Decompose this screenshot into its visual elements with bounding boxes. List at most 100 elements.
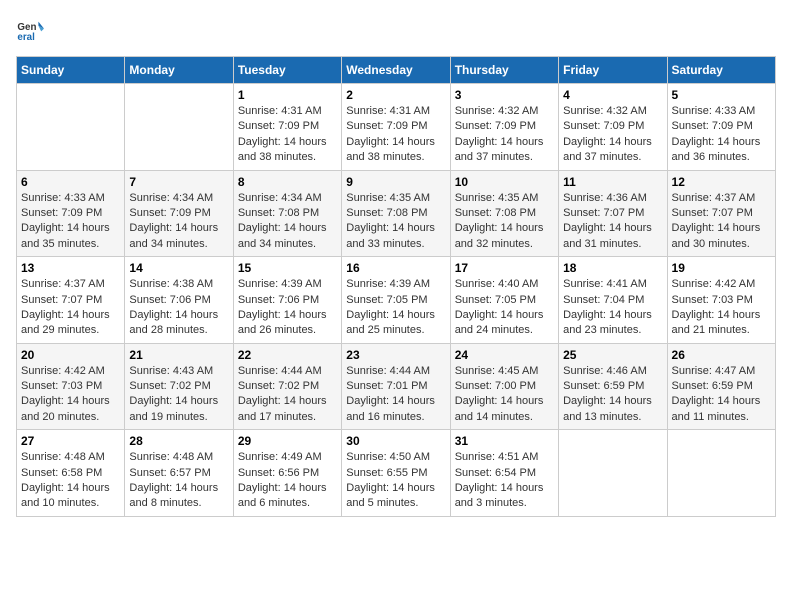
calendar-cell: 21 Sunrise: 4:43 AMSunset: 7:02 PMDayligh… [125,343,233,430]
sunrise-label: Sunrise: 4:35 AM [346,192,430,204]
day-number: 31 [455,434,554,448]
cell-info: Sunrise: 4:36 AMSunset: 7:07 PMDaylight:… [563,191,662,253]
day-number: 21 [129,348,228,362]
calendar-cell: 10Sunrise: 4:35 AMSunset: 7:08 PMDayligh… [450,170,558,257]
cell-info: Sunrise: 4:37 AM Sunset: 7:07 PM Daylight:… [672,191,771,253]
day-number: 16 [346,261,445,275]
daylight-label: Daylight: 14 hours and 38 minutes. [238,136,327,163]
cell-info: Sunrise: 4:50 AMSunset: 6:55 PMDaylight:… [346,450,445,512]
calendar-cell: 24 Sunrise: 4:45 AMSunset: 7:00 PMDayligh… [450,343,558,430]
daylight-label: Daylight: 14 hours and 26 minutes. [238,309,327,336]
sunset-label: Sunset: 6:56 PM [238,467,319,479]
sunset-label: Sunset: 6:58 PM [21,467,102,479]
daylight-label: Daylight: 14 hours and 5 minutes. [346,482,435,509]
logo: Gen eral [16,16,48,44]
daylight-label: Daylight: 14 hours and 23 minutes. [563,309,652,336]
sunrise-label: Sunrise: 4:42 AM [672,278,756,290]
col-header-monday: Monday [125,57,233,84]
sunset-label: Sunset: 7:09 PM [672,120,753,132]
calendar-header-row: SundayMondayTuesdayWednesdayThursdayFrid… [17,57,776,84]
sunset-label: Sunset: 7:05 PM [346,294,427,306]
col-header-thursday: Thursday [450,57,558,84]
sunset-label: Sunset: 7:07 PM [672,207,753,219]
calendar-cell: 29Sunrise: 4:49 AMSunset: 6:56 PMDayligh… [233,430,341,517]
sunset-label: Sunset: 7:09 PM [238,120,319,132]
sunrise-label: Sunrise: 4:46 AM [563,365,647,377]
calendar-cell: 6Sunrise: 4:33 AMSunset: 7:09 PMDaylight… [17,170,125,257]
sunset-label: Sunset: 7:02 PM [238,380,319,392]
calendar-week-2: 6Sunrise: 4:33 AMSunset: 7:09 PMDaylight… [17,170,776,257]
sunset-label: Sunset: 7:03 PM [21,380,102,392]
sunrise-label: Sunrise: 4:44 AM [238,365,322,377]
daylight-label: Daylight: 14 hours and 38 minutes. [346,136,435,163]
daylight-label: Daylight: 14 hours and 14 minutes. [455,395,544,422]
cell-info: Sunrise: 4:44 AMSunset: 7:02 PMDaylight:… [238,364,337,426]
calendar-cell: 27Sunrise: 4:48 AMSunset: 6:58 PMDayligh… [17,430,125,517]
day-number: 24 [455,348,554,362]
sunset-label: Sunset: 6:57 PM [129,467,210,479]
day-number: 28 [129,434,228,448]
calendar-cell [17,84,125,171]
calendar-cell: 14Sunrise: 4:38 AMSunset: 7:06 PMDayligh… [125,257,233,344]
calendar-cell [667,430,775,517]
daylight-label: Daylight: 14 hours and 20 minutes. [21,395,110,422]
day-number: 8 [238,175,337,189]
sunrise-label: Sunrise: 4:51 AM [455,451,539,463]
daylight-label: Daylight: 14 hours and 6 minutes. [238,482,327,509]
calendar-cell: 8Sunrise: 4:34 AMSunset: 7:08 PMDaylight… [233,170,341,257]
sunrise-label: Sunrise: 4:40 AM [455,278,539,290]
sunrise-label: Sunrise: 4:37 AM [672,192,756,204]
calendar-cell: 19Sunrise: 4:42 AMSunset: 7:03 PMDayligh… [667,257,775,344]
sunrise-label: Sunrise: 4:31 AM [346,105,430,117]
daylight-label: Daylight: 14 hours and 34 minutes. [238,222,327,249]
cell-info: Sunrise: 4:38 AMSunset: 7:06 PMDaylight:… [129,277,228,339]
col-header-friday: Friday [559,57,667,84]
cell-info: Sunrise: 4:32 AMSunset: 7:09 PMDaylight:… [563,104,662,166]
cell-info: Sunrise: 4:35 AMSunset: 7:08 PMDaylight:… [346,191,445,253]
cell-info: Sunrise: 4:49 AM Sunset: 6:56 PM Daylight:… [238,450,337,512]
cell-info: Sunrise: 4:48 AM Sunset: 6:57 PM Daylight:… [129,450,228,512]
day-number: 26 [672,348,771,362]
col-header-saturday: Saturday [667,57,775,84]
sunset-label: Sunset: 7:08 PM [346,207,427,219]
day-number: 15 [238,261,337,275]
daylight-label: Daylight: 14 hours and 30 minutes. [672,222,761,249]
daylight-label: Daylight: 14 hours and 24 minutes. [455,309,544,336]
daylight-label: Daylight: 14 hours and 13 minutes. [563,395,652,422]
calendar-week-3: 13Sunrise: 4:37 AMSunset: 7:07 PMDayligh… [17,257,776,344]
day-number: 17 [455,261,554,275]
calendar-cell [559,430,667,517]
day-number: 3 [455,88,554,102]
sunrise-label: Sunrise: 4:48 AM [129,451,213,463]
cell-info: Sunrise: 4:43 AMSunset: 7:02 PMDaylight:… [129,364,228,426]
sunrise-label: Sunrise: 4:33 AM [21,192,105,204]
svg-text:eral: eral [17,32,35,43]
cell-info: Sunrise: 4:37 AMSunset: 7:07 PMDaylight:… [21,277,120,339]
sunrise-label: Sunrise: 4:42 AM [21,365,105,377]
day-number: 22 [238,348,337,362]
sunset-label: Sunset: 7:02 PM [129,380,210,392]
calendar-week-1: 1Sunrise: 4:31 AMSunset: 7:09 PMDaylight… [17,84,776,171]
daylight-label: Daylight: 14 hours and 37 minutes. [455,136,544,163]
sunrise-label: Sunrise: 4:47 AM [672,365,756,377]
sunrise-label: Sunrise: 4:32 AM [563,105,647,117]
page-header: Gen eral [16,16,776,44]
sunrise-label: Sunrise: 4:49 AM [238,451,322,463]
col-header-wednesday: Wednesday [342,57,450,84]
sunset-label: Sunset: 7:06 PM [238,294,319,306]
cell-info: Sunrise: 4:51 AMSunset: 6:54 PMDaylight:… [455,450,554,512]
calendar-cell [125,84,233,171]
daylight-label: Daylight: 14 hours and 8 minutes. [129,482,218,509]
col-header-tuesday: Tuesday [233,57,341,84]
day-number: 20 [21,348,120,362]
sunset-label: Sunset: 7:06 PM [129,294,210,306]
cell-info: Sunrise: 4:33 AMSunset: 7:09 PMDaylight:… [21,191,120,253]
cell-info: Sunrise: 4:46 AMSunset: 6:59 PMDaylight:… [563,364,662,426]
sunset-label: Sunset: 7:07 PM [563,207,644,219]
cell-info: Sunrise: 4:32 AMSunset: 7:09 PMDaylight:… [455,104,554,166]
daylight-label: Daylight: 14 hours and 35 minutes. [21,222,110,249]
daylight-label: Daylight: 14 hours and 25 minutes. [346,309,435,336]
sunset-label: Sunset: 7:05 PM [455,294,536,306]
sunrise-label: Sunrise: 4:44 AM [346,365,430,377]
cell-info: Sunrise: 4:45 AMSunset: 7:00 PMDaylight:… [455,364,554,426]
